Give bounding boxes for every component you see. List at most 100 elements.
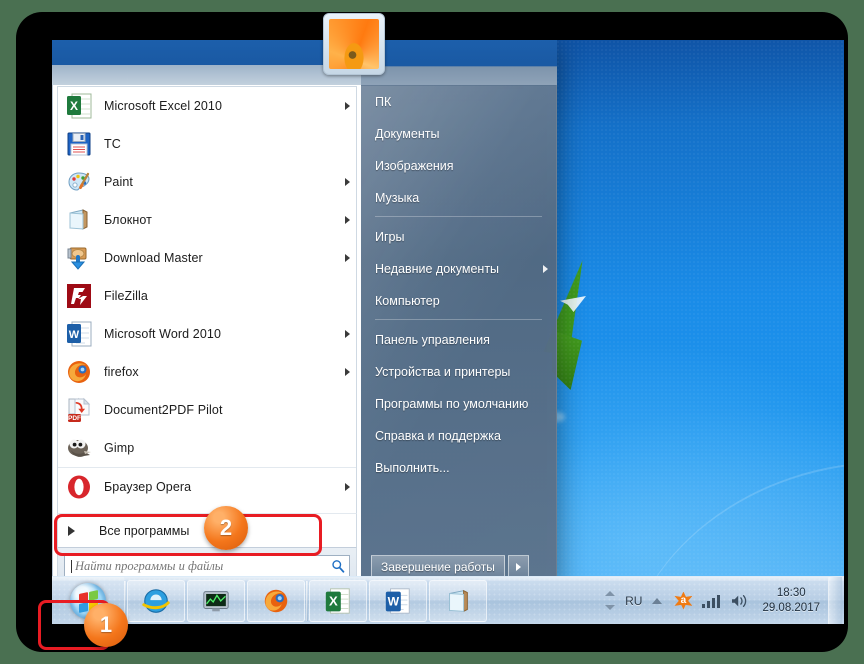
place-item[interactable]: Недавние документы [361, 253, 556, 285]
submenu-arrow-icon [345, 178, 350, 186]
all-programs-label: Все программы [99, 524, 189, 538]
place-item-label: Выполнить... [375, 461, 450, 475]
word-icon: W [383, 586, 413, 616]
taskbar-item-excel[interactable]: X [309, 580, 367, 622]
place-item-label: Панель управления [375, 333, 490, 347]
program-item-label: Download Master [104, 251, 203, 265]
program-item[interactable]: FileZilla [58, 277, 356, 315]
place-item[interactable]: Выполнить... [361, 452, 556, 484]
chevron-up-icon[interactable] [605, 591, 615, 596]
start-menu-programs-pane: X Microsoft Excel 2010 TC [52, 40, 361, 588]
shutdown-label: Завершение работы [381, 560, 495, 574]
gimp-icon [66, 435, 92, 461]
program-item[interactable]: W Microsoft Word 2010 [58, 315, 356, 353]
submenu-arrow-icon [345, 330, 350, 338]
program-item[interactable]: TC [58, 125, 356, 163]
taskbar-item-word[interactable]: W [369, 580, 427, 622]
svg-text:X: X [329, 593, 338, 608]
submenu-arrow-icon [345, 254, 350, 262]
excel-icon: X [323, 586, 353, 616]
excel-icon: X [66, 93, 92, 119]
place-item[interactable]: Музыка [361, 182, 556, 214]
firefox-icon [261, 586, 291, 616]
system-tray[interactable]: RU 18:30 29.08.2017 [603, 577, 844, 625]
language-indicator[interactable]: RU [625, 594, 642, 608]
place-item[interactable]: ПК [361, 86, 556, 118]
wallpaper-swoosh-shape [560, 296, 586, 312]
place-item[interactable]: Программы по умолчанию [361, 388, 556, 420]
program-item-label: Браузер Opera [104, 480, 191, 494]
program-item[interactable]: PDF Document2PDF Pilot [58, 391, 356, 429]
avast-icon[interactable] [674, 592, 692, 610]
place-item-label: Игры [375, 230, 404, 244]
taskbar-item-notepad[interactable] [429, 580, 487, 622]
notepad-icon [443, 586, 473, 616]
places-list[interactable]: ПКДокументы Изображения Музыка Игры Недавние… [361, 86, 556, 484]
floppy-disk-icon [66, 131, 92, 157]
program-item-label: Microsoft Word 2010 [104, 327, 221, 341]
place-item-label: Изображения [375, 159, 454, 173]
svg-text:X: X [70, 99, 78, 113]
taskbar-item-firefox[interactable] [247, 580, 305, 622]
place-item[interactable]: Устройства и принтеры [361, 356, 556, 388]
taskbar[interactable]: X W [52, 576, 844, 624]
place-item-label: Программы по умолчанию [375, 397, 528, 411]
monitor-frame: X Microsoft Excel 2010 TC [16, 12, 848, 652]
start-menu-places-pane: ПКДокументы Изображения Музыка Игры Недавние… [361, 40, 557, 588]
orb-quadrant-green [89, 590, 98, 601]
place-item-label: Компьютер [375, 294, 440, 308]
text-caret [71, 560, 72, 573]
media-monitor-icon [201, 586, 231, 616]
program-item[interactable]: Блокнот [58, 201, 356, 239]
program-item[interactable]: firefox [58, 353, 356, 391]
program-item[interactable]: Paint [58, 163, 356, 201]
program-item[interactable]: Браузер Opera [58, 467, 356, 505]
step-badge-2: 2 [204, 506, 248, 550]
place-item[interactable]: Изображения [361, 150, 556, 182]
place-item[interactable]: Справка и поддержка [361, 420, 556, 452]
search-icon[interactable] [331, 559, 345, 573]
search-box[interactable] [64, 555, 350, 577]
pdf-icon: PDF [66, 397, 92, 423]
submenu-arrow-icon [345, 102, 350, 110]
word-icon: W [66, 321, 92, 347]
firefox-icon [66, 359, 92, 385]
program-item-label: Document2PDF Pilot [104, 403, 223, 417]
taskbar-item-internet-explorer[interactable] [127, 580, 185, 622]
shutdown-options-button[interactable] [508, 555, 529, 578]
program-item-label: Gimp [104, 441, 134, 455]
svg-text:W: W [388, 594, 400, 608]
show-hidden-icons-button[interactable] [652, 598, 662, 604]
place-item[interactable]: Компьютер [361, 285, 556, 317]
start-menu[interactable]: X Microsoft Excel 2010 TC [52, 40, 557, 588]
program-item-label: TC [104, 137, 121, 151]
clock[interactable]: 18:30 29.08.2017 [762, 586, 820, 616]
place-item-label: Устройства и принтеры [375, 365, 510, 379]
program-item[interactable]: Gimp [58, 429, 356, 467]
filezilla-icon [66, 283, 92, 309]
taskbar-divider [306, 581, 308, 621]
network-signal-icon[interactable] [702, 594, 720, 608]
download-icon [66, 245, 92, 271]
program-item-label: firefox [104, 365, 139, 379]
chevron-down-icon[interactable] [605, 605, 615, 610]
program-item[interactable]: X Microsoft Excel 2010 [58, 87, 356, 125]
svg-text:PDF: PDF [68, 415, 81, 422]
speaker-icon[interactable] [730, 593, 750, 609]
program-item[interactable]: Download Master [58, 239, 356, 277]
clock-date: 29.08.2017 [762, 601, 820, 616]
place-item[interactable]: Игры [361, 221, 556, 253]
avatar[interactable] [323, 13, 385, 75]
shutdown-button[interactable]: Завершение работы [371, 555, 505, 578]
program-item-label: Microsoft Excel 2010 [104, 99, 222, 113]
place-item[interactable]: Панель управления [361, 324, 556, 356]
place-item-label: Музыка [375, 191, 419, 205]
programs-list[interactable]: X Microsoft Excel 2010 TC [57, 86, 357, 513]
search-input[interactable] [75, 559, 331, 574]
place-item[interactable]: Документы [361, 118, 556, 150]
step-badge-1: 1 [84, 603, 128, 647]
tray-scroll-arrows[interactable] [603, 581, 617, 621]
show-desktop-button[interactable] [828, 577, 842, 625]
taskbar-item-media-monitor[interactable] [187, 580, 245, 622]
chevron-right-icon [516, 563, 521, 571]
